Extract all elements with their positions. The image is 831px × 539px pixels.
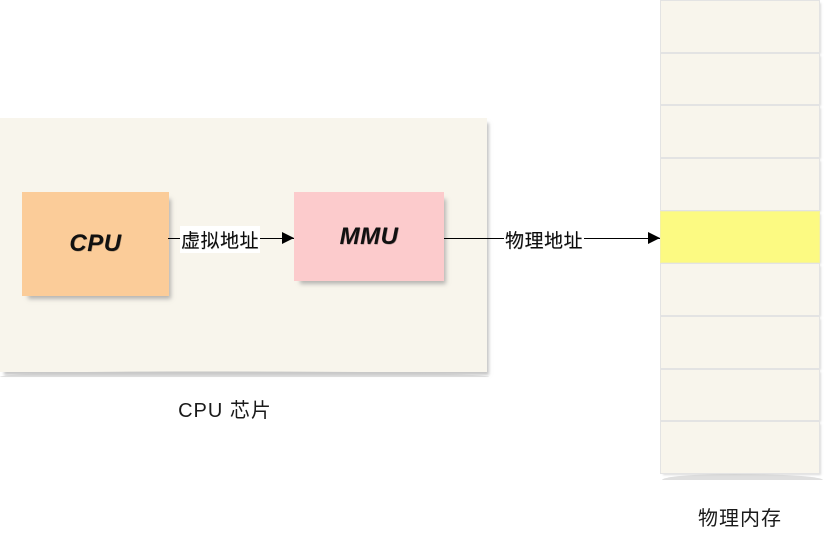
memory-block[interactable]	[660, 263, 820, 316]
cpu-box[interactable]: CPU	[22, 192, 169, 296]
memory-block[interactable]	[660, 421, 820, 474]
physical-address-arrow-head-icon	[648, 232, 660, 244]
diagram-canvas: CPU MMU CPU 芯片 虚拟地址 物理地址 物理内存	[0, 0, 831, 539]
cpu-box-label: CPU	[69, 230, 122, 257]
virtual-address-arrow-head-icon	[282, 232, 294, 244]
memory-block[interactable]	[660, 316, 820, 369]
memory-block[interactable]	[660, 0, 820, 53]
memory-block[interactable]	[660, 368, 820, 422]
memory-block[interactable]	[660, 105, 820, 158]
virtual-address-label: 虚拟地址	[180, 226, 261, 253]
physical-memory-caption: 物理内存	[698, 508, 782, 530]
mmu-box[interactable]: MMU	[294, 192, 444, 281]
cpu-chip-caption: CPU 芯片	[178, 400, 272, 422]
memory-block-highlighted[interactable]	[660, 210, 820, 264]
physical-memory-column	[660, 0, 823, 480]
memory-block[interactable]	[660, 158, 820, 211]
memory-block[interactable]	[660, 52, 820, 106]
mmu-box-label: MMU	[339, 222, 399, 250]
physical-address-label: 物理地址	[504, 226, 585, 253]
